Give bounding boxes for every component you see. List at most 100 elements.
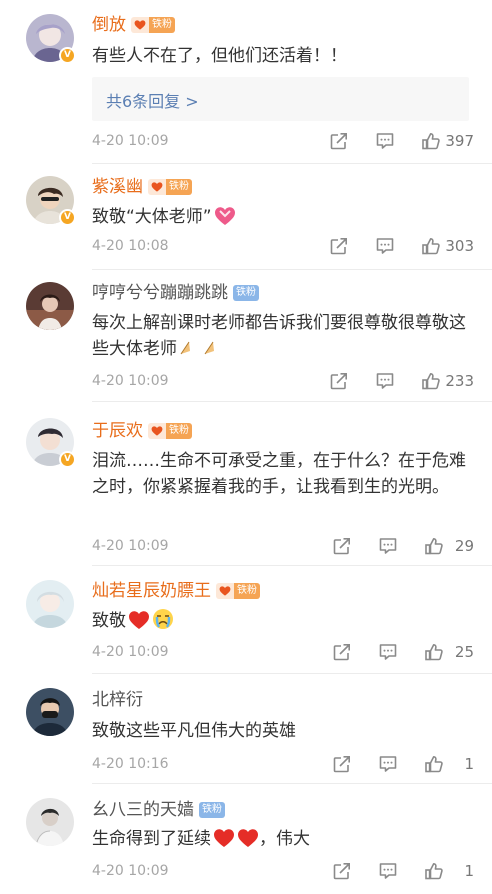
like-count: 1 (464, 862, 474, 880)
fan-badge: 铁粉 (199, 802, 225, 818)
comment-button[interactable] (375, 131, 395, 151)
comment-item: 北梓衍 致敬这些平凡但伟大的英雄 4-20 10:16 1 (0, 674, 492, 784)
like-button[interactable]: 25 (424, 642, 474, 662)
like-count: 1 (464, 755, 474, 773)
view-replies-button[interactable]: 共6条回复 > (92, 77, 469, 121)
comment-list: V 倒放 铁粉 有些人不在了，但他们还活着！！ 共6条回复 > 4-20 10:… (0, 0, 492, 894)
comment-button[interactable] (375, 236, 395, 256)
crying-face-icon (153, 609, 173, 629)
avatar[interactable] (26, 580, 74, 628)
thumbs-up-icon (421, 371, 441, 391)
fan-badge: 铁粉 (216, 583, 260, 599)
like-count: 25 (454, 643, 474, 661)
fan-badge: 铁粉 (233, 285, 259, 301)
fan-heart-icon (216, 583, 234, 599)
timestamp: 4-20 10:08 (92, 238, 169, 254)
username[interactable]: 北梓衍 (92, 689, 143, 711)
comment-icon (378, 861, 398, 881)
share-button[interactable] (332, 642, 352, 662)
like-count: 29 (454, 537, 474, 555)
share-icon (329, 371, 349, 391)
share-button[interactable] (329, 131, 349, 151)
fan-heart-icon (131, 17, 149, 33)
comment-text: 致敬 (92, 608, 477, 634)
comment-button[interactable] (378, 861, 398, 881)
comment-button[interactable] (378, 754, 398, 774)
timestamp: 4-20 10:16 (92, 756, 169, 772)
comment-button[interactable] (375, 371, 395, 391)
comment-icon (375, 131, 395, 151)
share-icon (332, 642, 352, 662)
share-icon (332, 536, 352, 556)
username[interactable]: 幺八三的天嫱 (92, 799, 194, 821)
username[interactable]: 倒放 (92, 14, 126, 36)
comment-button[interactable] (378, 536, 398, 556)
timestamp: 4-20 10:09 (92, 863, 169, 879)
share-icon (332, 754, 352, 774)
fan-badge: 铁粉 (148, 179, 192, 195)
fan-heart-icon (148, 179, 166, 195)
folded-hands-icon (204, 341, 214, 355)
comment-icon (378, 642, 398, 662)
comment-item: 幺八三的天嫱 铁粉 生命得到了延续 ，伟大 4-20 10:09 1 (0, 784, 492, 894)
share-icon (329, 131, 349, 151)
thumbs-up-icon (424, 861, 444, 881)
comment-text: 致敬“大体老师” (92, 204, 477, 230)
share-button[interactable] (332, 536, 352, 556)
avatar[interactable]: V (26, 418, 76, 468)
verified-badge-icon: V (59, 47, 76, 64)
username[interactable]: 哼哼兮兮蹦蹦跳跳 (92, 282, 228, 304)
red-heart-icon (128, 610, 150, 630)
avatar[interactable] (26, 688, 74, 736)
fan-heart-icon (148, 423, 166, 439)
like-button[interactable]: 1 (424, 754, 474, 774)
comment-text: 每次上解剖课时老师都告诉我们要很尊敬很尊敬这些大体老师 (92, 313, 466, 359)
share-button[interactable] (329, 371, 349, 391)
like-button[interactable]: 1 (424, 861, 474, 881)
like-button[interactable]: 397 (421, 131, 474, 151)
thumbs-up-icon (424, 754, 444, 774)
comment-text: 生命得到了延续 ，伟大 (92, 828, 310, 849)
thumbs-up-icon (421, 236, 441, 256)
timestamp: 4-20 10:09 (92, 373, 169, 389)
comment-item: V 紫溪幽 铁粉 致敬“大体老师” 4-20 10:08 303 (0, 164, 492, 270)
username[interactable]: 灿若星辰奶膘王 (92, 580, 211, 602)
comment-text: 泪流……生命不可承受之重，在于什么？在于危难之时，你紧紧握着我的手，让我看到生的… (92, 451, 466, 497)
folded-hands-icon (180, 341, 190, 355)
like-count: 397 (445, 132, 474, 150)
like-count: 303 (445, 237, 474, 255)
comment-icon (375, 236, 395, 256)
comment-item: V 倒放 铁粉 有些人不在了，但他们还活着！！ 共6条回复 > 4-20 10:… (0, 0, 492, 164)
like-button[interactable]: 233 (421, 371, 474, 391)
share-button[interactable] (332, 861, 352, 881)
share-icon (329, 236, 349, 256)
comment-text: 致敬这些平凡但伟大的英雄 (92, 721, 296, 741)
avatar[interactable] (26, 282, 74, 330)
comment-item: 哼哼兮兮蹦蹦跳跳 铁粉 每次上解剖课时老师都告诉我们要很尊敬很尊敬这些大体老师 … (0, 270, 492, 402)
share-button[interactable] (332, 754, 352, 774)
username[interactable]: 紫溪幽 (92, 176, 143, 198)
share-icon (332, 861, 352, 881)
username[interactable]: 于辰欢 (92, 420, 143, 442)
like-button[interactable]: 303 (421, 236, 474, 256)
avatar[interactable] (26, 798, 74, 846)
comment-icon (378, 754, 398, 774)
comment-icon (375, 371, 395, 391)
thumbs-up-icon (424, 642, 444, 662)
red-heart-icon (213, 828, 235, 848)
timestamp: 4-20 10:09 (92, 538, 169, 554)
thumbs-up-icon (421, 131, 441, 151)
share-button[interactable] (329, 236, 349, 256)
like-count: 233 (445, 372, 474, 390)
verified-badge-icon: V (59, 451, 76, 468)
comment-icon (378, 536, 398, 556)
red-heart-icon (237, 828, 259, 848)
fan-badge: 铁粉 (148, 423, 192, 439)
timestamp: 4-20 10:09 (92, 133, 169, 149)
like-button[interactable]: 29 (424, 536, 474, 556)
avatar[interactable]: V (26, 14, 76, 64)
comment-button[interactable] (378, 642, 398, 662)
fan-badge: 铁粉 (131, 17, 175, 33)
avatar[interactable]: V (26, 176, 76, 226)
comment-text: 有些人不在了，但他们还活着！！ (92, 46, 347, 66)
